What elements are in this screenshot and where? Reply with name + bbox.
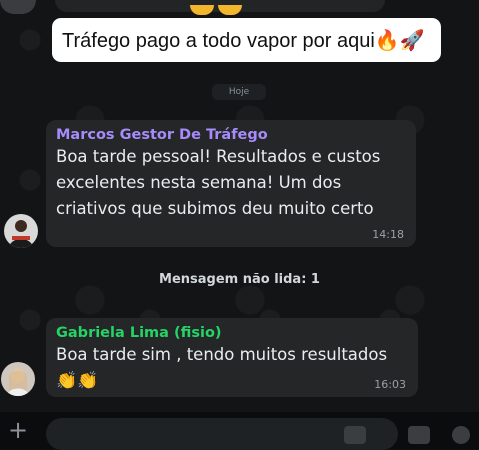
sender-avatar-marcos[interactable] bbox=[4, 214, 38, 248]
sender-name[interactable]: Gabriela Lima (fisio) bbox=[56, 324, 406, 342]
message-line: criativos que subimos deu muito certo bbox=[56, 199, 374, 218]
person-avatar-icon bbox=[1, 362, 35, 396]
sender-name[interactable]: Marcos Gestor De Tráfego bbox=[56, 126, 404, 144]
caption-text: Tráfego pago a todo vapor por aqui🔥🚀 bbox=[62, 29, 425, 52]
message-line: 👏👏 bbox=[56, 371, 99, 391]
person-avatar-icon bbox=[4, 214, 38, 248]
camera-icon[interactable] bbox=[408, 426, 430, 444]
message-bubble[interactable]: Gabriela Lima (fisio) Boa tarde sim , te… bbox=[46, 318, 418, 397]
unread-divider-label: Mensagem não lida: 1 bbox=[159, 272, 320, 287]
clap-emoji-partial bbox=[190, 0, 250, 15]
sender-avatar-gabriela[interactable] bbox=[1, 362, 35, 396]
date-chip-label: Hoje bbox=[228, 87, 250, 97]
message-line: Boa tarde pessoal! Resultados e custos bbox=[56, 147, 381, 166]
unread-divider: Mensagem não lida: 1 bbox=[0, 272, 479, 287]
plus-icon[interactable]: + bbox=[8, 416, 28, 444]
message-line: Boa tarde sim , tendo muitos resultados bbox=[56, 345, 388, 364]
date-chip: Hoje bbox=[212, 84, 266, 100]
message-bubble[interactable]: Marcos Gestor De Tráfego Boa tarde pesso… bbox=[46, 120, 416, 247]
microphone-icon[interactable] bbox=[452, 426, 470, 444]
message-time: 16:03 bbox=[374, 378, 406, 391]
sticker-icon[interactable] bbox=[344, 426, 366, 444]
message-time: 14:18 bbox=[372, 228, 404, 241]
composer-bar: + bbox=[0, 412, 479, 450]
caption-banner: Tráfego pago a todo vapor por aqui🔥🚀 bbox=[52, 18, 441, 62]
message-line: excelentes nesta semana! Um dos bbox=[56, 173, 342, 192]
